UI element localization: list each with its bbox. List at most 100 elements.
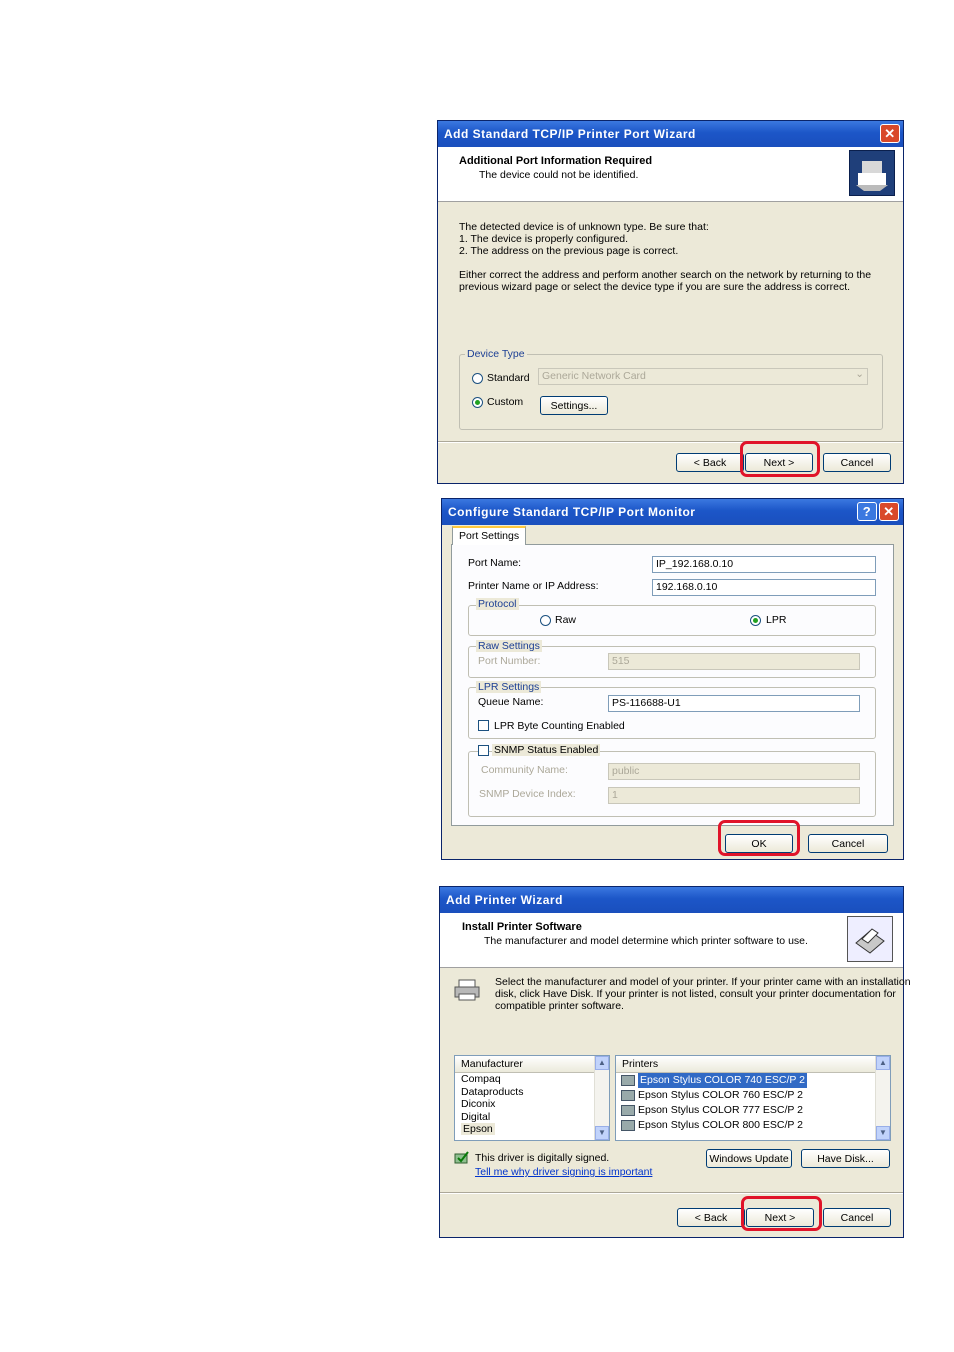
community-name-input[interactable]: public: [608, 763, 860, 780]
address-label: Printer Name or IP Address:: [468, 580, 599, 592]
signed-driver-icon: [454, 1151, 470, 1165]
custom-radio[interactable]: [472, 397, 483, 408]
list-item[interactable]: Epson Stylus COLOR 800 ESC/P 2: [616, 1118, 890, 1133]
lpr-settings-label: LPR Settings: [476, 681, 542, 693]
button-separator: [440, 1192, 903, 1194]
port-monitor-titlebar[interactable]: Configure Standard TCP/IP Port Monitor ?…: [442, 499, 903, 525]
info-line-1: The detected device is of unknown type. …: [459, 221, 709, 233]
add-printer-header: Install Printer Software The manufacture…: [440, 913, 903, 968]
list-item[interactable]: Diconix: [455, 1098, 609, 1111]
header-subtitle: The manufacturer and model determine whi…: [484, 935, 808, 947]
raw-radio[interactable]: [540, 615, 551, 626]
port-number-label: Port Number:: [478, 655, 541, 667]
description-line-2: disk, click Have Disk. If your printer i…: [495, 988, 896, 1000]
close-icon[interactable]: ✕: [880, 124, 900, 143]
manufacturer-selected-label: Epson: [461, 1123, 495, 1135]
list-item[interactable]: Dataproducts: [455, 1086, 609, 1099]
scroll-down-icon[interactable]: ▼: [876, 1126, 890, 1140]
port-number-input[interactable]: 515: [608, 653, 860, 670]
cancel-button[interactable]: Cancel: [823, 1208, 891, 1227]
snmp-index-label: SNMP Device Index:: [479, 788, 576, 800]
help-icon[interactable]: ?: [857, 502, 877, 521]
device-type-group: [459, 354, 883, 430]
tab-port-settings[interactable]: Port Settings: [452, 526, 527, 545]
list-item[interactable]: Compaq: [455, 1073, 609, 1086]
port-name-label: Port Name:: [468, 557, 522, 569]
port-monitor-title: Configure Standard TCP/IP Port Monitor: [448, 505, 696, 519]
printer-selected-label: Epson Stylus COLOR 740 ESC/P 2: [638, 1073, 807, 1088]
manufacturer-scrollbar[interactable]: ▲ ▼: [594, 1056, 609, 1140]
device-type-label: Device Type: [465, 348, 527, 360]
printer-label: Epson Stylus COLOR 760 ESC/P 2: [638, 1089, 803, 1101]
printer-driver-icon: [621, 1105, 635, 1116]
device-type-value: Generic Network Card: [542, 370, 646, 382]
custom-label: Custom: [487, 396, 524, 408]
standard-radio[interactable]: [472, 373, 483, 384]
list-item-selected[interactable]: Epson Stylus COLOR 740 ESC/P 2: [616, 1073, 890, 1088]
snmp-checkbox[interactable]: [478, 745, 489, 756]
protocol-group: [468, 605, 876, 636]
port-monitor-window: Configure Standard TCP/IP Port Monitor ?…: [441, 498, 904, 860]
list-item[interactable]: Epson Stylus COLOR 760 ESC/P 2: [616, 1088, 890, 1103]
snmp-group: [468, 751, 876, 817]
description-line-1: Select the manufacturer and model of you…: [495, 976, 911, 988]
queue-name-input[interactable]: PS-116688-U1: [608, 695, 860, 712]
header-title: Install Printer Software: [462, 921, 582, 933]
protocol-label: Protocol: [476, 598, 519, 610]
list-item-selected[interactable]: Epson: [455, 1123, 609, 1136]
port-wizard-title: Add Standard TCP/IP Printer Port Wizard: [444, 127, 696, 141]
printer-scrollbar[interactable]: ▲ ▼: [875, 1056, 890, 1140]
port-wizard-titlebar[interactable]: Add Standard TCP/IP Printer Port Wizard …: [438, 121, 903, 147]
snmp-label: SNMP Status Enabled: [492, 744, 601, 756]
cancel-button[interactable]: Cancel: [808, 834, 888, 853]
raw-settings-label: Raw Settings: [476, 640, 542, 652]
printer-icon: [847, 916, 893, 962]
info-line-3: 2. The address on the previous page is c…: [459, 245, 679, 257]
standard-label: Standard: [487, 372, 530, 384]
have-disk-button[interactable]: Have Disk...: [801, 1149, 890, 1168]
printer-driver-icon: [621, 1120, 635, 1131]
printer-label: Epson Stylus COLOR 777 ESC/P 2: [638, 1104, 803, 1116]
printer-port-icon: [849, 150, 895, 196]
port-wizard-header: Additional Port Information Required The…: [438, 147, 903, 202]
raw-label: Raw: [555, 614, 577, 626]
button-separator: [438, 441, 903, 443]
add-printer-window: Add Printer Wizard Install Printer Softw…: [439, 886, 911, 1238]
next-highlight-ring: [740, 441, 820, 477]
scroll-up-icon[interactable]: ▲: [876, 1056, 890, 1070]
add-printer-titlebar[interactable]: Add Printer Wizard: [440, 887, 903, 913]
address-input[interactable]: 192.168.0.10: [652, 579, 876, 596]
port-name-input[interactable]: IP_192.168.0.10: [652, 556, 876, 573]
chevron-down-icon: ⌄: [855, 368, 864, 380]
list-item[interactable]: Digital: [455, 1111, 609, 1124]
list-item[interactable]: Epson Stylus COLOR 777 ESC/P 2: [616, 1103, 890, 1118]
header-subtitle: The device could not be identified.: [479, 169, 639, 181]
snmp-index-input[interactable]: 1: [608, 787, 860, 804]
scroll-up-icon[interactable]: ▲: [595, 1056, 609, 1070]
info-line-2: 1. The device is properly configured.: [459, 233, 629, 245]
queue-name-label: Queue Name:: [478, 696, 544, 708]
printer-label: Epson Stylus COLOR 800 ESC/P 2: [638, 1119, 803, 1131]
manufacturer-header: Manufacturer: [455, 1056, 609, 1073]
ok-highlight-ring: [718, 820, 800, 856]
byte-counting-checkbox[interactable]: [478, 720, 489, 731]
printer-list[interactable]: Printers Epson Stylus COLOR 740 ESC/P 2 …: [615, 1055, 891, 1141]
windows-update-button[interactable]: Windows Update: [706, 1149, 792, 1168]
lpr-radio[interactable]: [750, 615, 761, 626]
next-highlight-ring: [741, 1196, 822, 1231]
community-name-label: Community Name:: [481, 764, 568, 776]
back-button[interactable]: < Back: [676, 453, 744, 472]
back-button[interactable]: < Back: [677, 1208, 745, 1227]
driver-signing-link[interactable]: Tell me why driver signing is important: [475, 1166, 652, 1179]
scroll-down-icon[interactable]: ▼: [595, 1126, 609, 1140]
printers-header: Printers: [616, 1056, 890, 1073]
cancel-button[interactable]: Cancel: [823, 453, 891, 472]
lpr-label: LPR: [766, 614, 787, 626]
settings-button[interactable]: Settings...: [540, 396, 608, 415]
close-icon[interactable]: ✕: [879, 502, 899, 521]
header-title: Additional Port Information Required: [459, 155, 653, 167]
add-printer-title: Add Printer Wizard: [446, 893, 563, 907]
device-type-dropdown[interactable]: Generic Network Card ⌄: [538, 368, 868, 385]
manufacturer-list[interactable]: Manufacturer Compaq Dataproducts Diconix…: [454, 1055, 610, 1141]
port-wizard-window: Add Standard TCP/IP Printer Port Wizard …: [437, 120, 904, 484]
